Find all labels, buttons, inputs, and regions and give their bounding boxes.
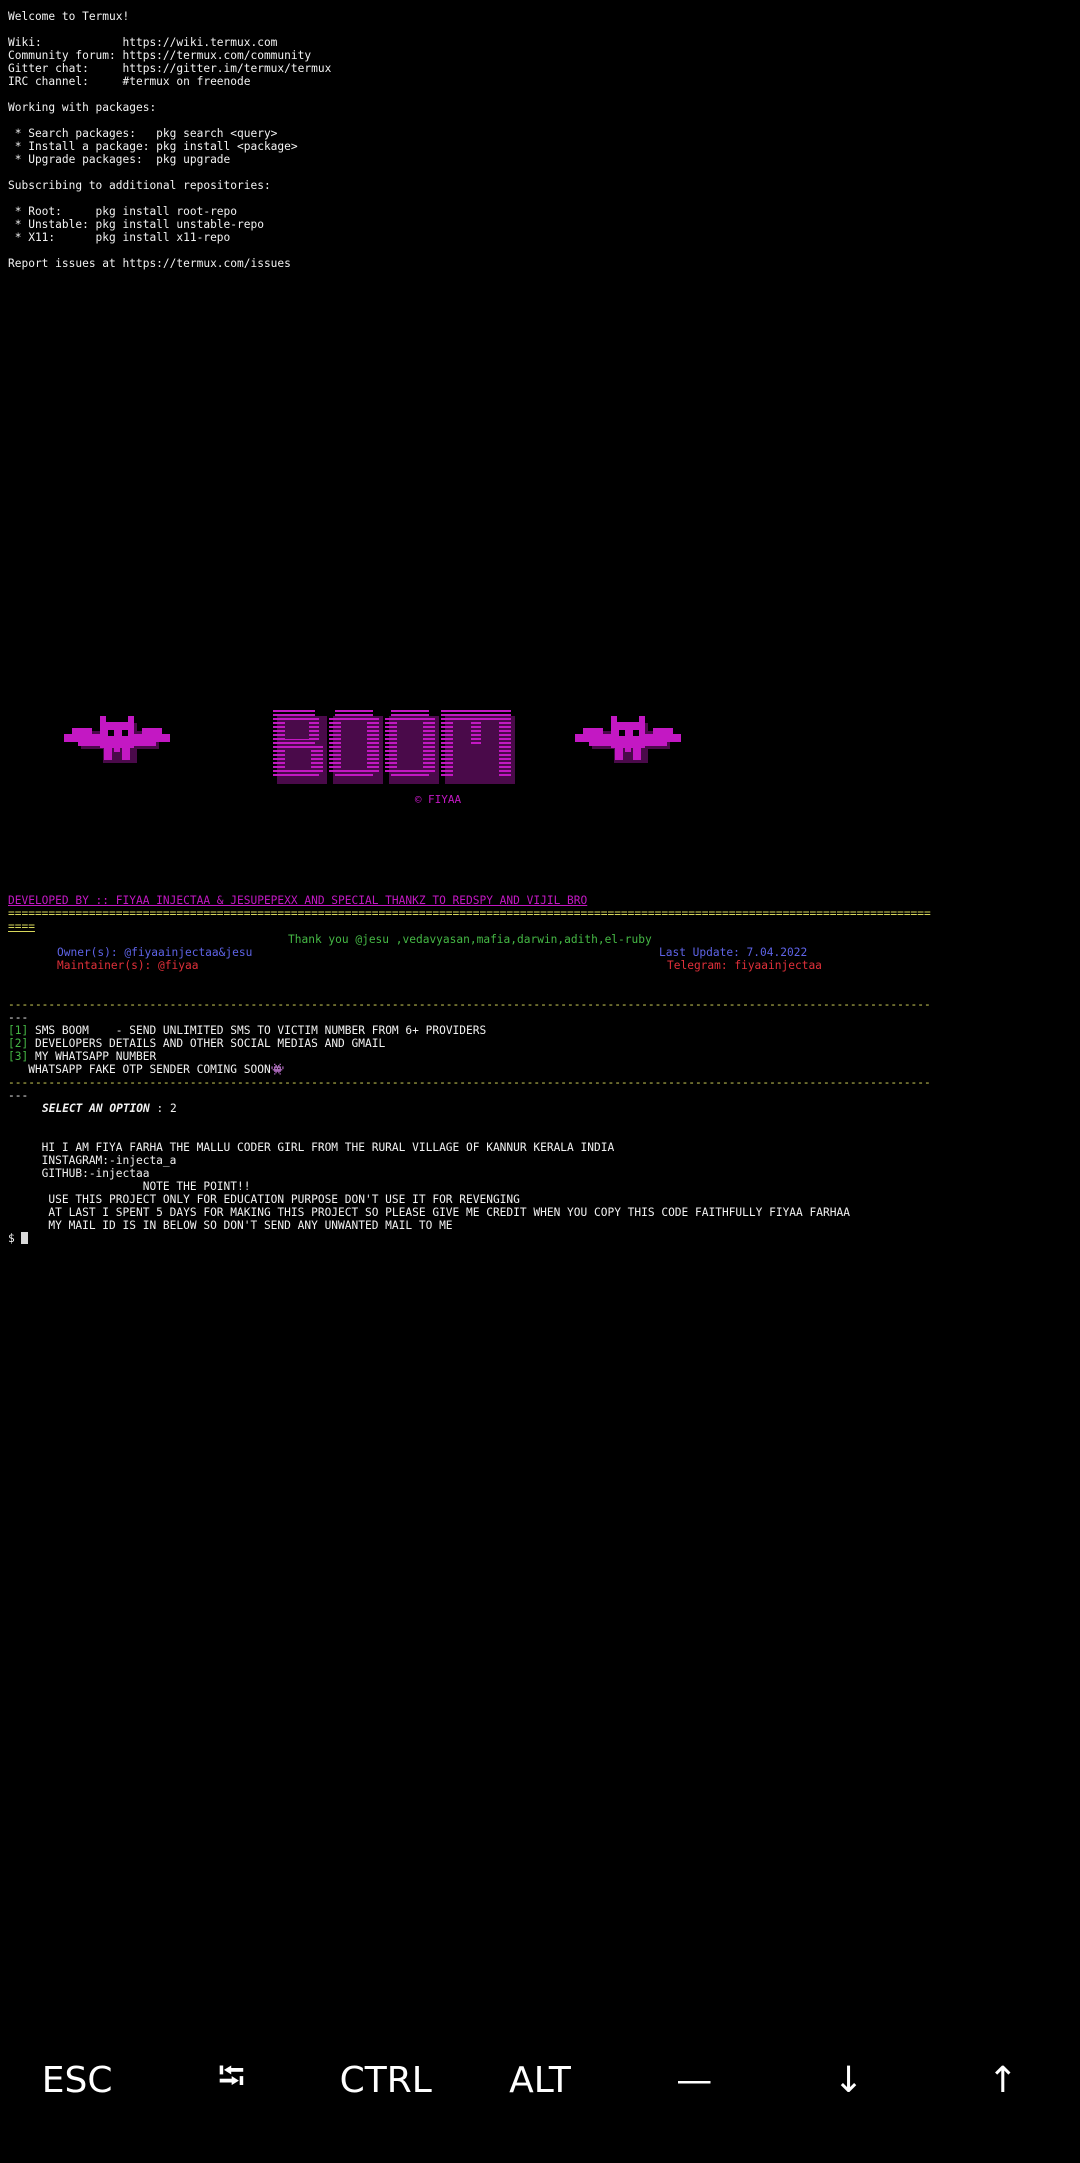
esc-key[interactable]: ESC [2, 2060, 152, 2101]
dash-key[interactable]: — [619, 2060, 769, 2101]
packages-heading: Working with packages: [8, 101, 157, 114]
menu-item-number: [2] [8, 1037, 29, 1050]
select-option-value: : 2 [149, 1102, 177, 1115]
welcome-title: Welcome to Termux! [8, 10, 130, 23]
last-update-line: Last Update: 7.04.2022 [659, 946, 808, 959]
info-line-5: USE THIS PROJECT ONLY FOR EDUCATION PURP… [8, 1193, 520, 1206]
banner-art: © FIYAA [64, 710, 681, 806]
info-line-7: MY MAIL ID IS IN BELOW SO DON'T SEND ANY… [8, 1219, 453, 1232]
boom-title-art [273, 710, 515, 784]
install-package-line: * Install a package: pkg install <packag… [8, 140, 298, 153]
shell-prompt[interactable]: $ [8, 1232, 29, 1245]
repos-heading: Subscribing to additional repositories: [8, 179, 271, 192]
tab-key[interactable]: ⭾ [156, 2050, 306, 2111]
boom-banner: © FIYAA [0, 700, 1080, 810]
dash-tail-1: --- [8, 1011, 29, 1024]
unstable-repo-line: * Unstable: pkg install unstable-repo [8, 218, 264, 231]
info-line-6: AT LAST I SPENT 5 DAYS FOR MAKING THIS P… [8, 1206, 850, 1219]
menu-item-number: [3] [8, 1050, 29, 1063]
divider-line: ========================================… [8, 907, 931, 920]
text-cursor [21, 1232, 29, 1244]
menu-item-number: [1] [8, 1024, 29, 1037]
select-option-prompt: SELECT AN OPTION : 2 [42, 1102, 177, 1115]
report-issues-line: Report issues at https://termux.com/issu… [8, 257, 291, 270]
info-line-1: HI I AM FIYA FARHA THE MALLU CODER GIRL … [8, 1141, 615, 1154]
telegram-line: Telegram: fiyaainjectaa [667, 959, 822, 972]
alt-key[interactable]: ALT [465, 2060, 615, 2101]
divider-tail: ==== [8, 920, 35, 933]
arrow-down-key[interactable]: ↓ [774, 2060, 924, 2101]
prompt-symbol: $ [8, 1232, 22, 1245]
developed-by-line: DEVELOPED BY :: FIYAA INJECTAA & JESUPEP… [8, 894, 588, 907]
info-line-4: NOTE THE POINT!! [8, 1180, 251, 1193]
menu-item-2: [2] DEVELOPERS DETAILS AND OTHER SOCIAL … [8, 1037, 385, 1050]
dash-tail-2: --- [8, 1089, 29, 1102]
community-line: Community forum: https://termux.com/comm… [8, 49, 312, 62]
extra-keys-bar: ESC ⭾ CTRL ALT — ↓ ↑ [0, 2040, 1080, 2120]
owner-line: Owner(s): @fiyaainjectaa&jesu [57, 946, 253, 959]
upgrade-packages-line: * Upgrade packages: pkg upgrade [8, 153, 231, 166]
ctrl-key[interactable]: CTRL [311, 2060, 461, 2101]
banner-copyright: © FIYAA [415, 793, 462, 806]
menu-item-1: [1] SMS BOOM - SEND UNLIMITED SMS TO VIC… [8, 1024, 486, 1037]
bat-icon [575, 716, 681, 763]
menu-item-text: SMS BOOM - SEND UNLIMITED SMS TO VICTIM … [28, 1024, 487, 1037]
bat-icon [64, 716, 170, 763]
gitter-line: Gitter chat: https://gitter.im/termux/te… [8, 62, 332, 75]
info-line-2: INSTAGRAM:-injecta_a [8, 1154, 177, 1167]
coming-soon-line: WHATSAPP FAKE OTP SENDER COMING SOON👾 [8, 1063, 285, 1076]
irc-line: IRC channel: #termux on freenode [8, 75, 251, 88]
maintainer-line: Maintainer(s): @fiyaa [57, 959, 199, 972]
thanks-line: Thank you @jesu ,vedavyasan,mafia,darwin… [288, 933, 652, 946]
menu-item-text: MY WHATSAPP NUMBER [28, 1050, 157, 1063]
dash-divider-1: ----------------------------------------… [8, 998, 931, 1011]
arrow-up-key[interactable]: ↑ [928, 2060, 1078, 2101]
select-option-label: SELECT AN OPTION [42, 1102, 150, 1115]
menu-item-text: DEVELOPERS DETAILS AND OTHER SOCIAL MEDI… [28, 1037, 386, 1050]
menu-item-3: [3] MY WHATSAPP NUMBER [8, 1050, 156, 1063]
dash-divider-2: ----------------------------------------… [8, 1076, 931, 1089]
wiki-line: Wiki: https://wiki.termux.com [8, 36, 278, 49]
alien-monster-icon: 👾 [270, 1063, 285, 1076]
root-repo-line: * Root: pkg install root-repo [8, 205, 238, 218]
search-packages-line: * Search packages: pkg search <query> [8, 127, 278, 140]
x11-repo-line: * X11: pkg install x11-repo [8, 231, 231, 244]
info-line-3: GITHUB:-injectaa [8, 1167, 150, 1180]
